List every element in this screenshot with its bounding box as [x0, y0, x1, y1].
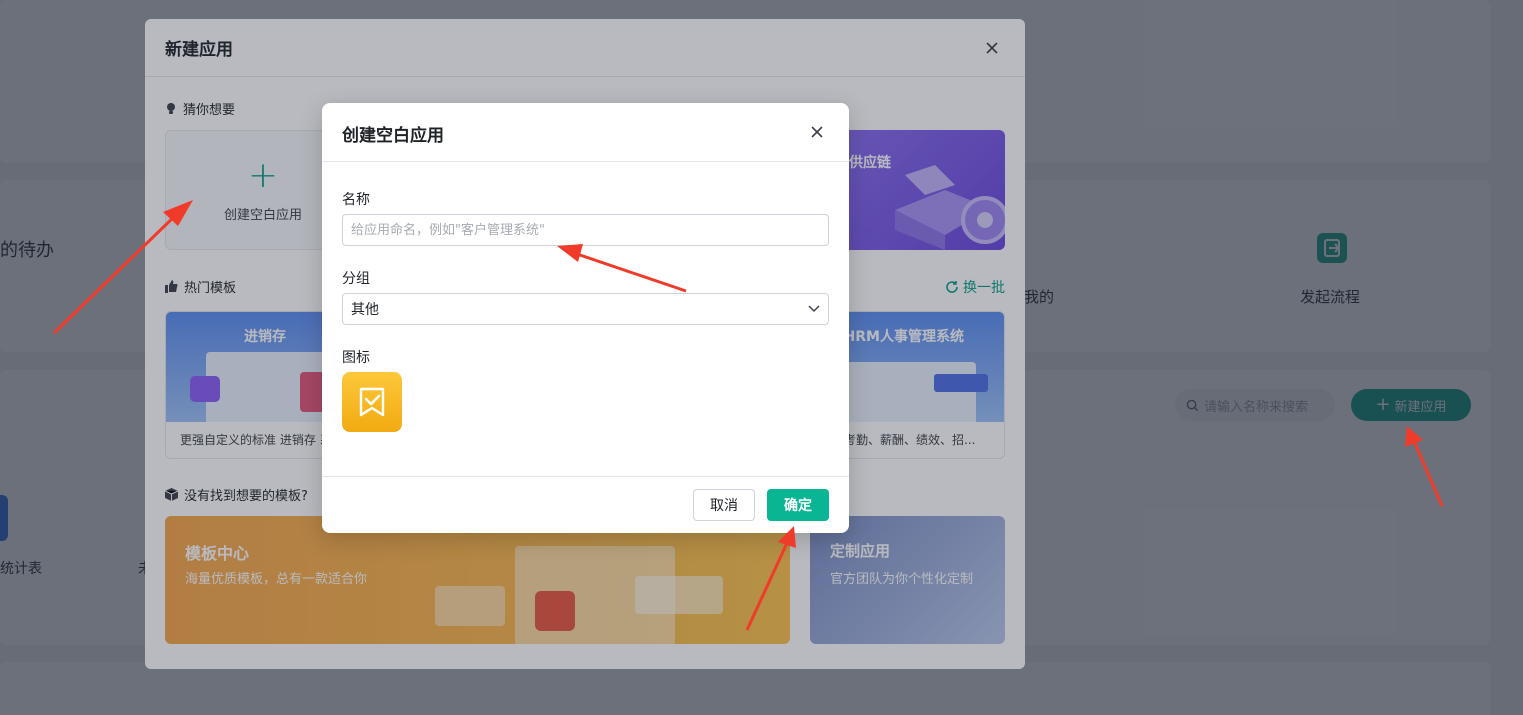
bookmark-check-icon — [359, 387, 385, 417]
create-blank-app-modal: 创建空白应用 名称 分组 其他 图标 取消 确定 — [322, 103, 849, 533]
icon-label: 图标 — [342, 350, 370, 366]
cancel-button[interactable]: 取消 — [693, 489, 755, 521]
app-name-input[interactable] — [342, 214, 829, 246]
inner-modal-footer: 取消 确定 — [322, 476, 849, 533]
inner-modal-header: 创建空白应用 — [322, 103, 849, 162]
group-select[interactable]: 其他 — [342, 293, 829, 325]
group-label: 分组 — [342, 271, 370, 287]
confirm-button[interactable]: 确定 — [767, 489, 829, 521]
close-icon[interactable] — [809, 124, 825, 140]
chevron-down-icon — [808, 305, 820, 313]
app-icon-picker[interactable] — [342, 372, 402, 432]
inner-modal-title: 创建空白应用 — [342, 126, 444, 146]
group-select-value: 其他 — [351, 302, 379, 318]
name-label: 名称 — [342, 192, 370, 208]
